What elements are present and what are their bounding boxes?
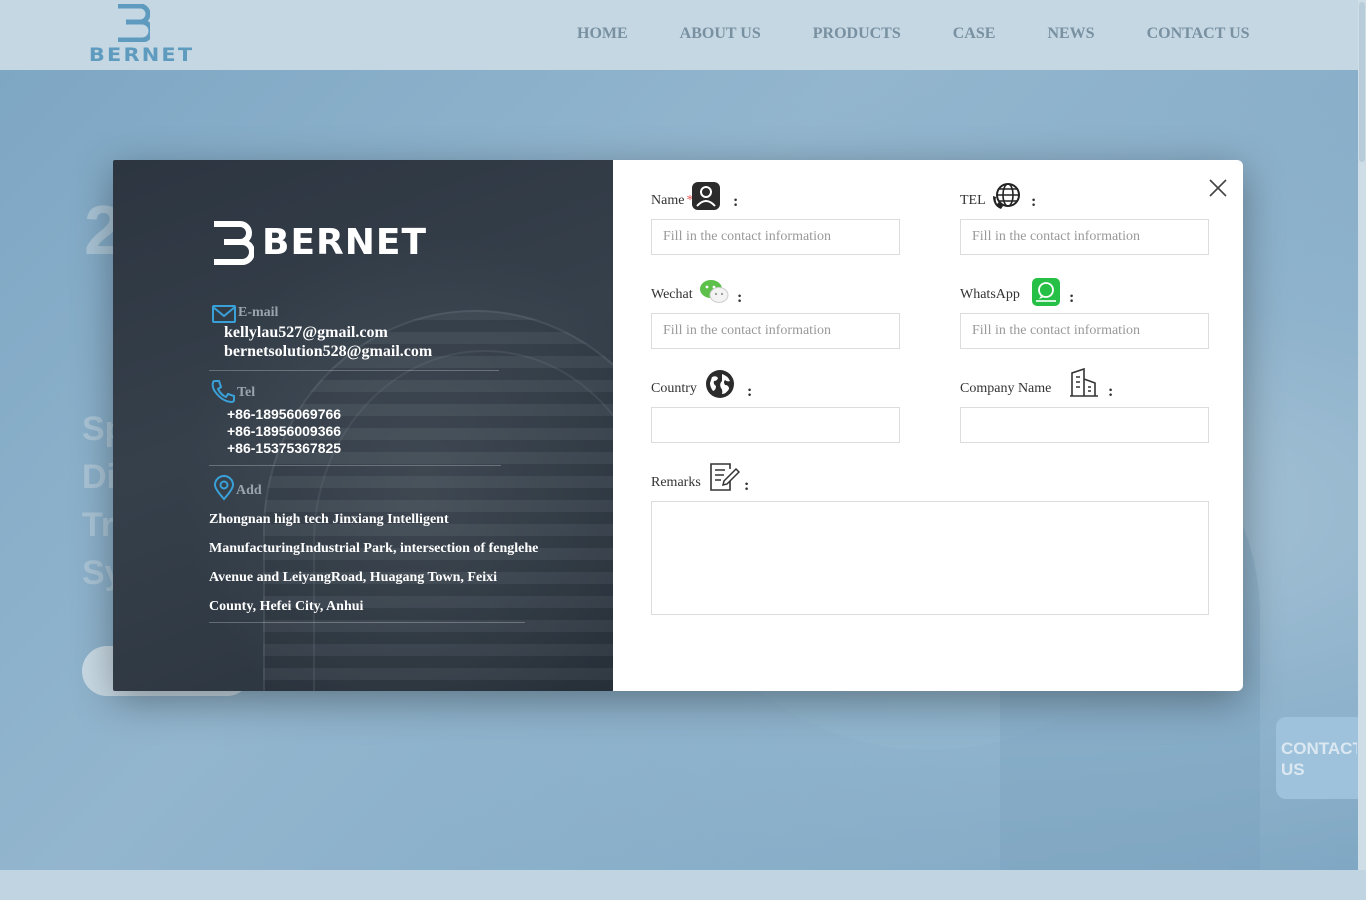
nav-case[interactable]: CASE <box>953 25 996 43</box>
nav-home[interactable]: HOME <box>577 25 628 43</box>
country-input[interactable] <box>651 407 900 443</box>
phone-icon <box>211 380 235 404</box>
email-value[interactable]: kellylau527@gmail.com <box>224 324 388 342</box>
name-label-text: Name <box>651 193 685 208</box>
colon: : <box>1069 289 1075 306</box>
address-label: Add <box>236 483 262 498</box>
tel-value[interactable]: +86-18956009366 <box>227 423 341 439</box>
colon: : <box>744 477 750 494</box>
close-icon[interactable] <box>1207 177 1229 199</box>
edit-icon <box>710 463 740 491</box>
globe-phone-icon <box>993 183 1020 209</box>
name-label: Name * <box>651 193 693 209</box>
whatsapp-input[interactable] <box>960 313 1209 349</box>
site-header: BERNET HOME ABOUT US PRODUCTS CASE NEWS … <box>0 0 1366 70</box>
colon: : <box>733 193 739 210</box>
side-contact-label: CONTACT US <box>1281 739 1357 779</box>
remarks-label: Remarks <box>651 475 701 490</box>
name-input[interactable] <box>651 219 900 255</box>
colon: : <box>1108 383 1114 400</box>
footer-strip <box>0 870 1366 900</box>
nav-contact-us[interactable]: CONTACT US <box>1147 25 1250 43</box>
colon: : <box>747 383 753 400</box>
logo-mark-icon <box>118 4 150 42</box>
main-nav: HOME ABOUT US PRODUCTS CASE NEWS CONTACT… <box>577 25 1250 43</box>
tel-field-label: TEL <box>960 193 986 208</box>
country-label: Country <box>651 381 697 396</box>
site-logo[interactable]: BERNET <box>80 4 192 66</box>
address-line: Avenue and LeiyangRoad, Huagang Town, Fe… <box>209 570 497 585</box>
building-icon <box>1070 367 1098 397</box>
nav-news[interactable]: NEWS <box>1047 25 1094 43</box>
user-icon <box>692 182 720 210</box>
modal-logo-text: BERNET <box>262 222 428 263</box>
tel-value[interactable]: +86-18956069766 <box>227 406 341 422</box>
modal-logo: BERNET <box>210 221 480 266</box>
address-line: Zhongnan high tech Jinxiang Intelligent <box>209 512 449 527</box>
contact-modal: BERNET E-mail kellylau527@gmail.com bern… <box>113 160 1243 691</box>
remarks-textarea[interactable] <box>651 501 1209 615</box>
page-scrollbar-thumb[interactable] <box>1359 2 1365 162</box>
divider <box>209 370 499 371</box>
whatsapp-label: WhatsApp <box>960 287 1020 302</box>
location-pin-icon <box>213 475 235 501</box>
divider <box>209 465 501 466</box>
contact-form-panel: Name* : TEL : Wechat : WhatsApp <box>613 160 1243 691</box>
tel-input[interactable] <box>960 219 1209 255</box>
company-name-input[interactable] <box>960 407 1209 443</box>
company-label: Company Name <box>960 381 1052 396</box>
side-contact-button[interactable]: CONTACT US <box>1276 717 1358 799</box>
wechat-label: Wechat <box>651 287 693 302</box>
divider <box>209 622 525 623</box>
address-line: County, Hefei City, Anhui <box>209 599 364 614</box>
nav-about-us[interactable]: ABOUT US <box>680 25 761 43</box>
tel-value[interactable]: +86-15375367825 <box>227 440 341 456</box>
nav-products[interactable]: PRODUCTS <box>813 25 901 43</box>
colon: : <box>1031 193 1037 210</box>
wechat-input[interactable] <box>651 313 900 349</box>
whatsapp-icon <box>1032 278 1060 306</box>
colon: : <box>737 289 743 306</box>
email-label: E-mail <box>238 305 279 320</box>
email-value[interactable]: bernetsolution528@gmail.com <box>224 343 432 361</box>
wechat-icon <box>700 280 729 303</box>
tel-label: Tel <box>237 385 256 400</box>
address-line: ManufacturingIndustrial Park, intersecti… <box>209 541 539 556</box>
logo-mark-icon <box>214 221 254 265</box>
world-icon <box>706 370 734 398</box>
contact-info-panel: BERNET E-mail kellylau527@gmail.com bern… <box>113 160 613 691</box>
site-logo-text: BERNET <box>88 44 195 66</box>
